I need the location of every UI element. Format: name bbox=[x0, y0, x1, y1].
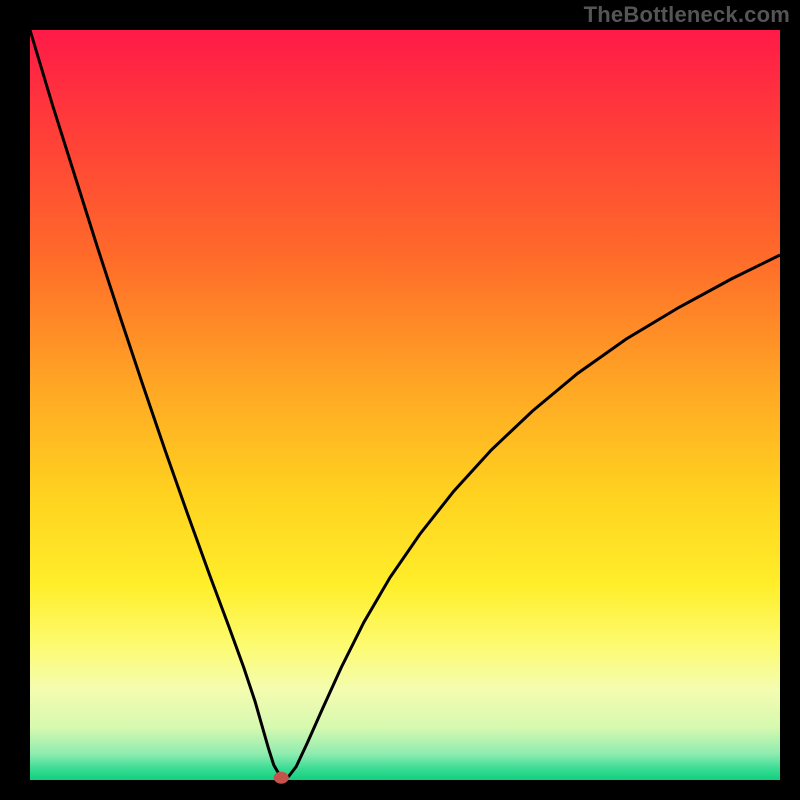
optimum-marker bbox=[274, 772, 288, 783]
plot-background bbox=[30, 30, 780, 780]
chart-stage: TheBottleneck.com bbox=[0, 0, 800, 800]
bottleneck-chart bbox=[0, 0, 800, 800]
watermark-text: TheBottleneck.com bbox=[584, 2, 790, 28]
